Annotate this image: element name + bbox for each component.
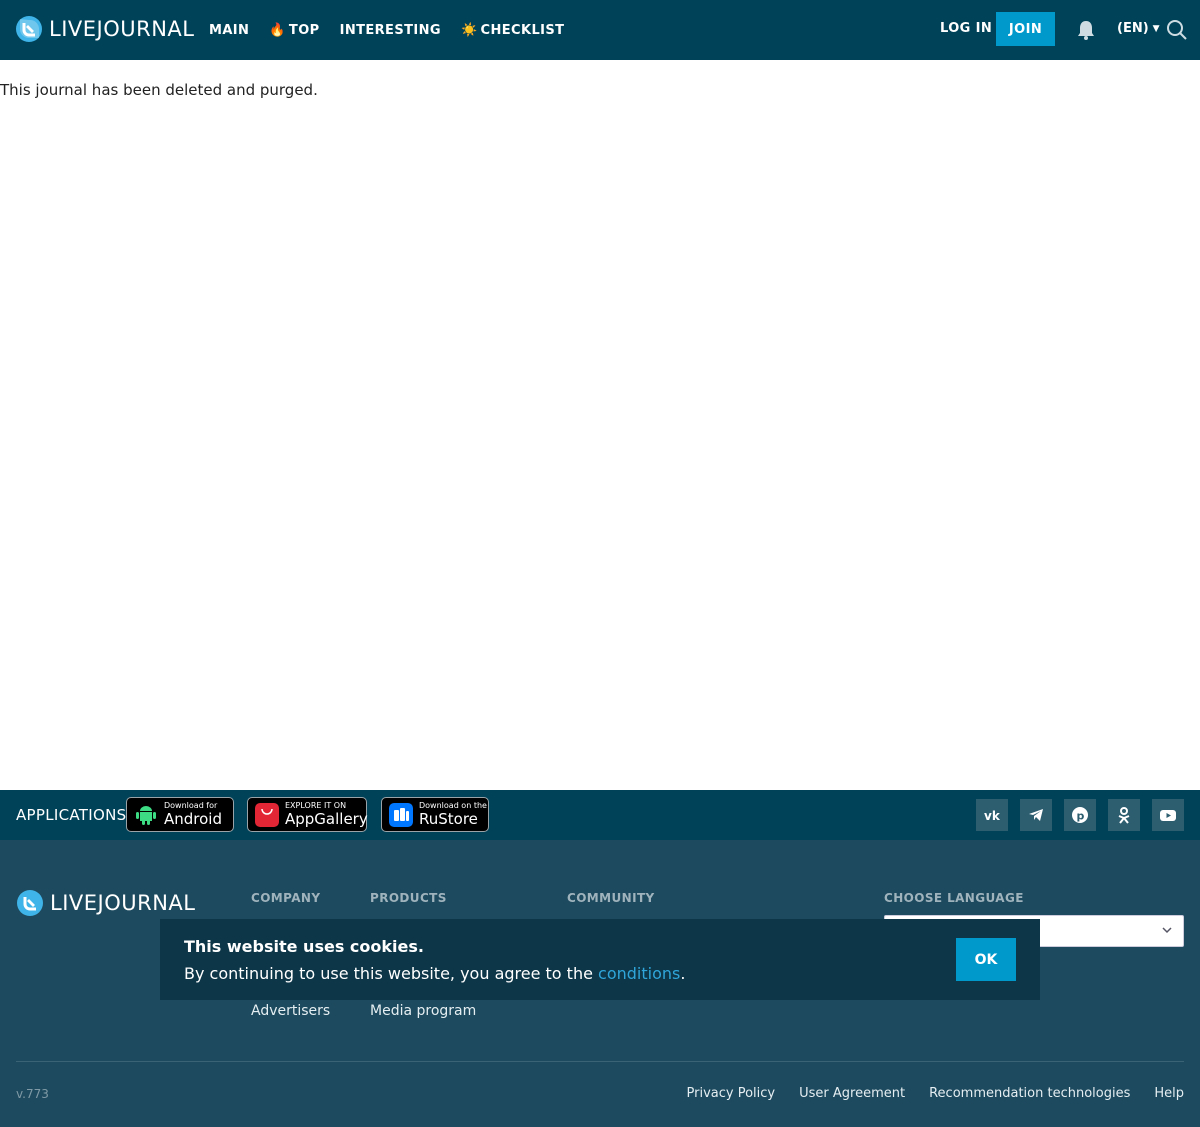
nav-top-label: TOP	[288, 22, 320, 38]
android-badge-small-text: Download for	[164, 801, 218, 810]
footer-livejournal-logo-icon	[17, 890, 43, 916]
huawei-appgallery-icon	[255, 802, 279, 827]
main-nav: MAIN 🔥 TOP INTERESTING ☀️ CHECKLIST	[209, 0, 584, 60]
cookie-text: By continuing to use this website, you a…	[184, 964, 685, 983]
applications-label: APPLICATIONS	[16, 806, 127, 824]
nav-top[interactable]: 🔥 TOP	[269, 23, 319, 38]
help-link[interactable]: Help	[1154, 1086, 1184, 1101]
svg-text:p: p	[1077, 810, 1085, 823]
rustore-icon	[389, 802, 413, 827]
vk-icon: vk	[984, 809, 1001, 823]
join-button[interactable]: JOIN	[996, 12, 1055, 46]
livejournal-logo[interactable]: LIVEJOURNAL	[15, 15, 195, 43]
nav-main[interactable]: MAIN	[209, 23, 249, 38]
journal-status-message: This journal has been deleted and purged…	[0, 81, 318, 99]
rustore-badge-big-text: RuStore	[419, 810, 478, 828]
user-agreement-link[interactable]: User Agreement	[799, 1086, 905, 1101]
rustore-download-badge[interactable]: Download on the RuStore	[381, 797, 489, 832]
nav-interesting[interactable]: INTERESTING	[340, 23, 441, 38]
nav-main-label: MAIN	[209, 22, 250, 38]
cookie-text-before: By continuing to use this website, you a…	[184, 964, 599, 983]
footer-link-advertisers[interactable]: Advertisers	[251, 1003, 330, 1019]
livejournal-logo-icon	[16, 16, 42, 42]
pinterest-link[interactable]: p	[1064, 799, 1096, 831]
cookie-banner: This website uses cookies. By continuing…	[160, 919, 1040, 1000]
footer-community-heading: COMMUNITY	[567, 891, 655, 905]
footer-livejournal-logo[interactable]: LIVEJOURNAL	[16, 889, 196, 917]
fire-icon: 🔥	[269, 22, 286, 38]
login-link[interactable]: LOG IN	[940, 21, 992, 36]
site-header: LIVEJOURNAL MAIN 🔥 TOP INTERESTING ☀️ CHEC…	[0, 0, 1200, 60]
android-icon	[136, 805, 156, 825]
vk-link[interactable]: vk	[976, 799, 1008, 831]
footer-language-heading: CHOOSE LANGUAGE	[884, 891, 1024, 905]
footer-company-heading: COMPANY	[251, 891, 321, 905]
recommendation-technologies-link[interactable]: Recommendation technologies	[929, 1086, 1130, 1101]
cookie-title: This website uses cookies.	[184, 937, 424, 956]
version-label: v.773	[16, 1087, 49, 1101]
footer-link-media-program[interactable]: Media program	[370, 1003, 476, 1019]
chevron-down-icon	[1162, 927, 1172, 934]
footer-logo-text: LIVEJOURNAL	[50, 891, 196, 915]
bell-icon[interactable]	[1075, 19, 1097, 41]
search-icon[interactable]	[1166, 19, 1188, 41]
nav-checklist-label: CHECKLIST	[480, 22, 565, 38]
odnoklassniki-link[interactable]	[1108, 799, 1140, 831]
logo-text: LIVEJOURNAL	[49, 17, 195, 41]
rustore-badge-small-text: Download on the	[419, 801, 487, 810]
cookie-text-after: .	[680, 964, 686, 983]
language-label: (EN)	[1117, 21, 1149, 36]
android-badge-big-text: Android	[164, 810, 222, 828]
footer-products-heading: PRODUCTS	[370, 891, 447, 905]
cookie-ok-button[interactable]: OK	[956, 938, 1016, 981]
nav-checklist[interactable]: ☀️ CHECKLIST	[461, 23, 564, 38]
language-switcher[interactable]: (EN) ▼	[1117, 21, 1160, 36]
nav-interesting-label: INTERESTING	[339, 22, 441, 38]
caret-down-icon: ▼	[1152, 23, 1160, 34]
conditions-link[interactable]: conditions	[598, 964, 680, 983]
svg-text:vk: vk	[984, 809, 1001, 823]
youtube-icon	[1160, 810, 1176, 821]
telegram-icon	[1029, 809, 1043, 821]
appgallery-badge-big-text: AppGallery	[285, 810, 368, 828]
android-download-badge[interactable]: Download for Android	[126, 797, 234, 832]
footer-divider	[16, 1061, 1184, 1062]
privacy-policy-link[interactable]: Privacy Policy	[687, 1086, 776, 1101]
youtube-link[interactable]	[1152, 799, 1184, 831]
appgallery-badge-small-text: EXPLORE IT ON	[285, 801, 347, 810]
pinterest-icon: p	[1072, 807, 1088, 823]
sun-icon: ☀️	[460, 22, 478, 38]
telegram-link[interactable]	[1020, 799, 1052, 831]
odnoklassniki-icon	[1118, 807, 1130, 824]
appgallery-download-badge[interactable]: EXPLORE IT ON AppGallery	[247, 797, 368, 832]
footer-bottom-links: Privacy Policy User Agreement Recommenda…	[663, 1086, 1184, 1101]
